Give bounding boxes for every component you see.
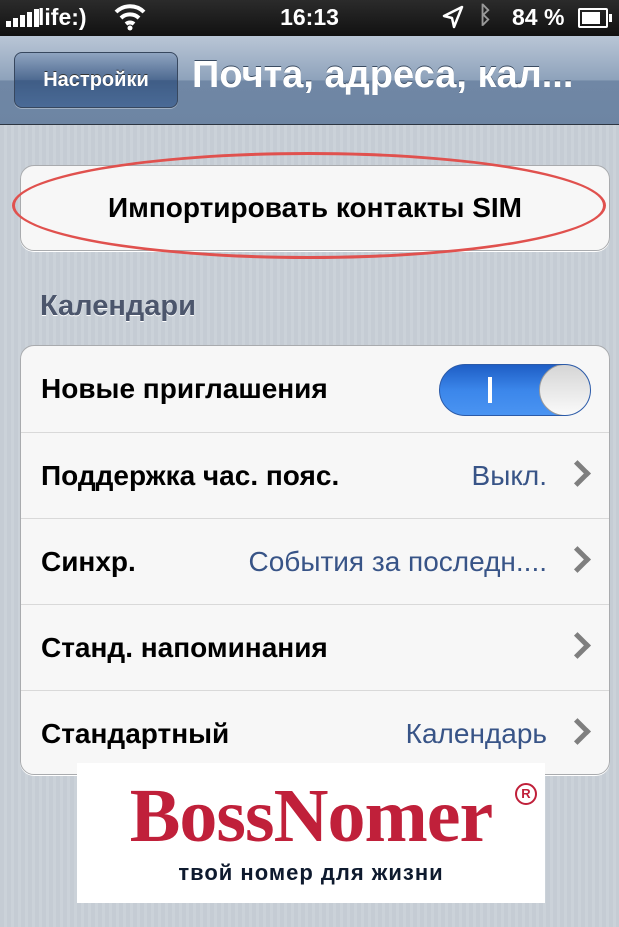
watermark-tagline: твой номер для жизни (178, 860, 444, 885)
registered-mark-icon: R (515, 783, 537, 805)
section-header-calendars: Календари (40, 290, 196, 322)
bluetooth-icon: ᛒ (478, 2, 493, 29)
chevron-right-icon (564, 546, 591, 573)
row-new-invitations: Новые приглашения (21, 346, 609, 432)
row-value: Выкл. (471, 460, 547, 491)
row-default-alerts[interactable]: Станд. напоминания (21, 604, 609, 691)
location-arrow-icon (442, 5, 464, 29)
battery-percent: 84 % (512, 4, 565, 30)
back-button-label: Настройки (43, 69, 149, 91)
row-sync[interactable]: Синхр. События за последн.... (21, 518, 609, 605)
highlight-ellipse (12, 152, 606, 259)
row-value: События за последн.... (248, 546, 548, 577)
battery-icon (578, 8, 612, 28)
page-title: Почта, адреса, кал... (192, 54, 574, 96)
chevron-right-icon (564, 632, 591, 659)
row-label: Станд. напоминания (41, 632, 328, 663)
status-bar: life:) 16:13 ᛒ 84 % (0, 0, 619, 36)
row-label: Поддержка час. пояс. (41, 460, 340, 491)
back-button[interactable]: Настройки (14, 52, 178, 108)
row-label: Новые приглашения (41, 373, 328, 404)
watermark-logo: BossNomer R твой номер для жизни (77, 763, 545, 903)
new-invitations-toggle[interactable] (439, 364, 591, 416)
watermark-brand: BossNomer (129, 774, 494, 858)
row-timezone-support[interactable]: Поддержка час. пояс. Выкл. (21, 432, 609, 519)
calendars-group: Новые приглашения Поддержка час. пояс. В… (20, 345, 610, 775)
row-label: Синхр. (41, 546, 136, 577)
toggle-on-indicator (488, 377, 492, 403)
toggle-knob (539, 365, 590, 415)
chevron-right-icon (564, 460, 591, 487)
navigation-bar: Настройки Почта, адреса, кал... (0, 36, 619, 125)
chevron-right-icon (564, 718, 591, 745)
